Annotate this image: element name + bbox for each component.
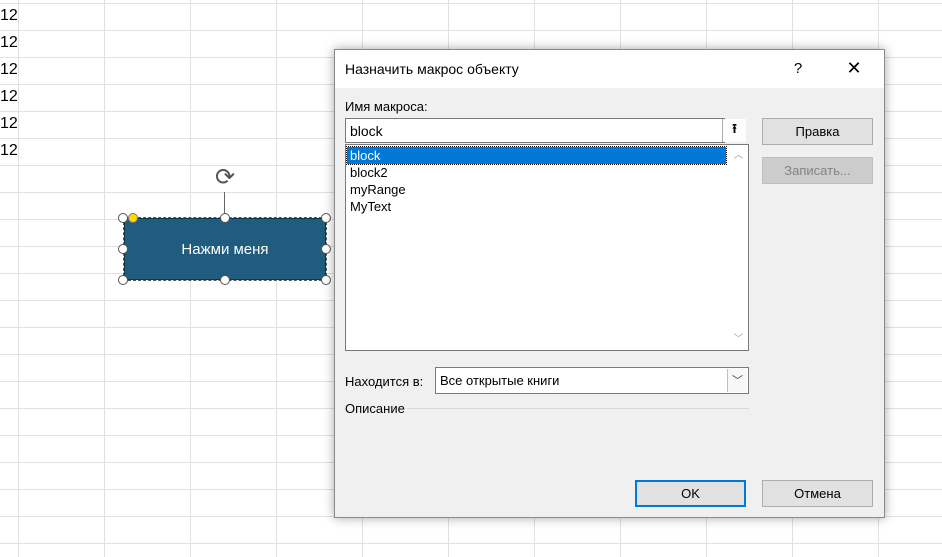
scroll-up-icon[interactable]: ︿ [730,147,747,164]
macro-list[interactable]: block block2 myRange MyText ︿ ﹀ [345,144,749,351]
adjust-handle[interactable] [128,213,138,223]
location-value: Все открытые книги [440,373,560,388]
assign-macro-dialog: Назначить макрос объекту ? ✕ Имя макроса… [334,49,885,518]
resize-handle-bottom-right[interactable] [321,275,331,285]
dialog-title: Назначить макрос объекту [345,61,519,77]
dialog-titlebar[interactable]: Назначить макрос объекту ? ✕ [335,50,884,88]
record-button[interactable]: Записать... [762,157,873,184]
description-divider [407,408,749,409]
resize-handle-bottom-left[interactable] [118,275,128,285]
shape-label: Нажми меня [181,240,269,258]
resize-handle-top[interactable] [220,213,230,223]
cell-value: 12 [0,7,18,24]
macro-shape-button[interactable]: Нажми меня [123,217,327,281]
rotate-handle-icon[interactable]: ⟳ [212,164,238,190]
macro-name-input[interactable] [345,118,725,143]
cell-value: 12 [0,142,18,159]
upload-arrow-icon[interactable]: ⭱ [722,119,746,142]
resize-handle-top-left[interactable] [118,213,128,223]
list-item[interactable]: MyText [347,198,726,215]
resize-handle-left[interactable] [118,244,128,254]
location-select[interactable]: Все открытые книги ﹀ [435,367,749,394]
description-label: Описание [345,401,405,416]
list-item[interactable]: block [346,146,727,165]
edit-button[interactable]: Правка [762,118,873,145]
resize-handle-right[interactable] [321,244,331,254]
cancel-button[interactable]: Отмена [762,480,873,507]
list-item[interactable]: myRange [347,181,726,198]
list-item[interactable]: block2 [347,164,726,181]
chevron-down-icon[interactable]: ﹀ [727,369,747,392]
cell-value: 12 [0,115,18,132]
resize-handle-bottom[interactable] [220,275,230,285]
close-icon[interactable]: ✕ [839,56,869,82]
cell-value: 12 [0,34,18,51]
location-label: Находится в: [345,374,424,389]
cell-value: 12 [0,61,18,78]
resize-handle-top-right[interactable] [321,213,331,223]
macro-name-label: Имя макроса: [345,99,428,114]
scroll-down-icon[interactable]: ﹀ [730,331,747,348]
cell-value: 12 [0,88,18,105]
help-button[interactable]: ? [785,56,811,82]
ok-button[interactable]: OK [635,480,746,507]
list-scrollbar[interactable]: ︿ ﹀ [730,146,747,349]
